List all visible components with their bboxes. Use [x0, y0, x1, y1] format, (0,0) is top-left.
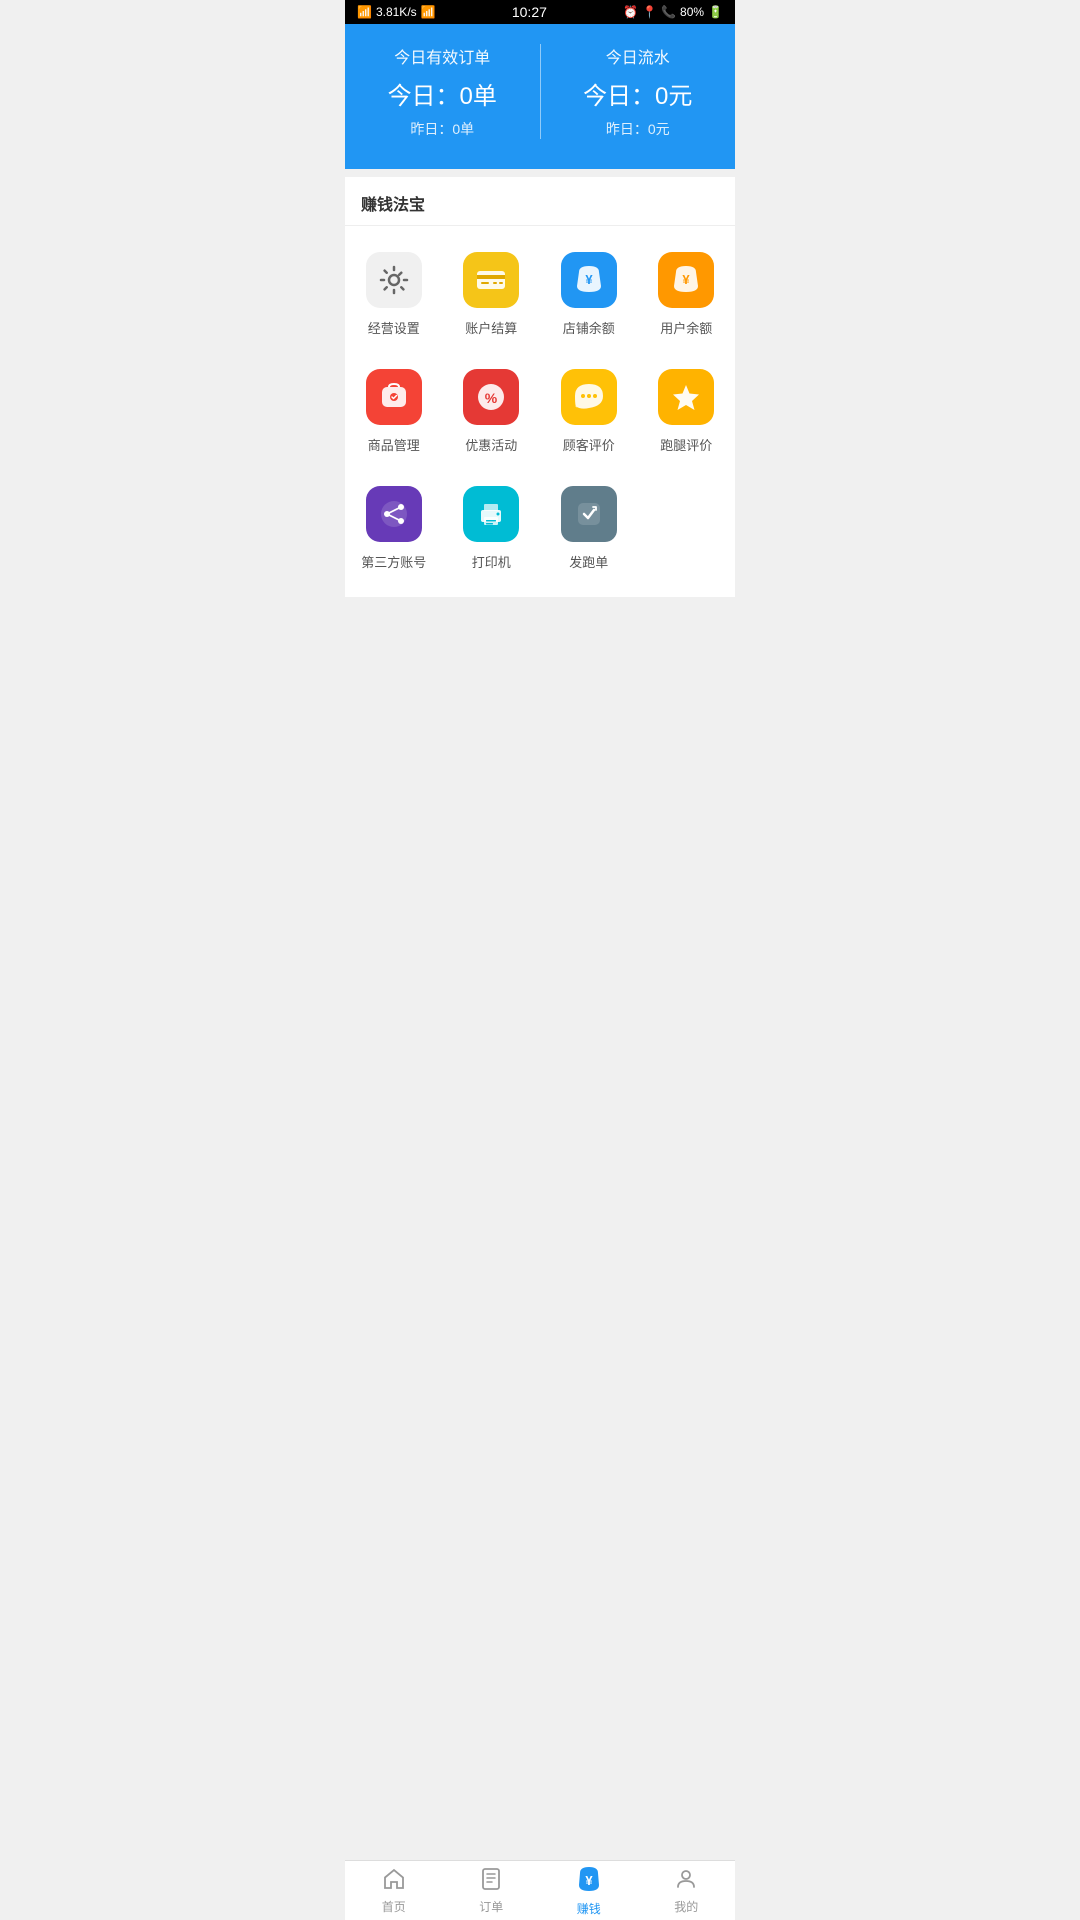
grid-item-runner-review[interactable]: 跑腿评价	[638, 353, 736, 470]
home-icon	[382, 1867, 406, 1895]
printer-icon	[463, 486, 519, 542]
grid-item-dispatch[interactable]: 发跑单	[540, 470, 638, 587]
grid-item-shop-balance[interactable]: ¥ 店铺余额	[540, 236, 638, 353]
revenue-yesterday: 昨日：0元	[606, 119, 670, 139]
revenue-today: 今日：0元	[583, 76, 692, 111]
tools-section: 赚钱法宝 经营设置 账户结算	[345, 177, 735, 597]
nav-profile-label: 我的	[674, 1898, 698, 1915]
speed-text: 3.81K/s	[376, 5, 417, 19]
thirdparty-label: 第三方账号	[361, 552, 426, 571]
battery-text: 80%	[680, 5, 704, 19]
svg-text:¥: ¥	[585, 272, 593, 287]
orders-today: 今日：0单	[388, 76, 497, 111]
grid-item-settings[interactable]: 经营设置	[345, 236, 443, 353]
signal-icon: 📶	[357, 5, 372, 19]
nav-money-label: 赚钱	[577, 1900, 601, 1917]
money-icon: ¥	[575, 1865, 603, 1897]
promotions-label: 优惠活动	[465, 435, 517, 454]
revenue-panel: 今日流水 今日：0元 昨日：0元	[540, 44, 736, 139]
header-stats: 今日有效订单 今日：0单 昨日：0单 今日流水 今日：0元 昨日：0元	[345, 24, 735, 169]
clock-icon: ⏰	[623, 5, 638, 19]
svg-text:¥: ¥	[585, 1873, 593, 1888]
profile-icon	[674, 1867, 698, 1895]
promotions-icon: %	[463, 369, 519, 425]
grid-item-customer-review[interactable]: 顾客评价	[540, 353, 638, 470]
user-balance-icon: ¥	[658, 252, 714, 308]
wifi-icon: 📶	[421, 5, 436, 19]
location-icon: 📍	[642, 5, 657, 19]
dispatch-icon	[561, 486, 617, 542]
revenue-title: 今日流水	[606, 44, 670, 68]
nav-home[interactable]: 首页	[345, 1861, 443, 1920]
user-balance-label: 用户余额	[660, 318, 712, 337]
status-bar: 📶 3.81K/s 📶 10:27 ⏰ 📍 📞 80% 🔋	[345, 0, 735, 24]
svg-text:¥: ¥	[683, 272, 691, 287]
printer-label: 打印机	[472, 552, 511, 571]
runner-review-icon	[658, 369, 714, 425]
orders-yesterday: 昨日：0单	[410, 119, 474, 139]
settings-icon	[366, 252, 422, 308]
grid-item-promotions[interactable]: % 优惠活动	[443, 353, 541, 470]
nav-orders-label: 订单	[479, 1898, 503, 1915]
grid-item-user-balance[interactable]: ¥ 用户余额	[638, 236, 736, 353]
tools-grid: 经营设置 账户结算 ¥ 店铺余额	[345, 226, 735, 597]
battery-icon: 🔋	[708, 5, 723, 19]
settings-label: 经营设置	[368, 318, 420, 337]
grid-item-account[interactable]: 账户结算	[443, 236, 541, 353]
dispatch-label: 发跑单	[569, 552, 608, 571]
shop-balance-icon: ¥	[561, 252, 617, 308]
grid-item-printer[interactable]: 打印机	[443, 470, 541, 587]
bottom-nav: 首页 订单 ¥ 赚钱 我的	[345, 1860, 735, 1920]
svg-text:%: %	[485, 390, 498, 406]
gray-area	[345, 605, 735, 805]
status-right: ⏰ 📍 📞 80% 🔋	[623, 5, 723, 19]
orders-title: 今日有效订单	[394, 44, 490, 68]
order-icon	[479, 1867, 503, 1895]
account-label: 账户结算	[465, 318, 517, 337]
products-label: 商品管理	[368, 435, 420, 454]
grid-item-products[interactable]: 商品管理	[345, 353, 443, 470]
thirdparty-icon	[366, 486, 422, 542]
nav-home-label: 首页	[382, 1898, 406, 1915]
status-left: 📶 3.81K/s 📶	[357, 5, 436, 19]
nav-profile[interactable]: 我的	[638, 1861, 736, 1920]
runner-review-label: 跑腿评价	[660, 435, 712, 454]
orders-panel: 今日有效订单 今日：0单 昨日：0单	[345, 44, 540, 139]
section-title: 赚钱法宝	[345, 177, 735, 226]
time-text: 10:27	[512, 4, 547, 20]
account-icon	[463, 252, 519, 308]
call-icon: 📞	[661, 5, 676, 19]
grid-item-thirdparty[interactable]: 第三方账号	[345, 470, 443, 587]
customer-review-label: 顾客评价	[563, 435, 615, 454]
shop-balance-label: 店铺余额	[563, 318, 615, 337]
products-icon	[366, 369, 422, 425]
nav-money[interactable]: ¥ 赚钱	[540, 1861, 638, 1920]
nav-orders[interactable]: 订单	[443, 1861, 541, 1920]
customer-review-icon	[561, 369, 617, 425]
